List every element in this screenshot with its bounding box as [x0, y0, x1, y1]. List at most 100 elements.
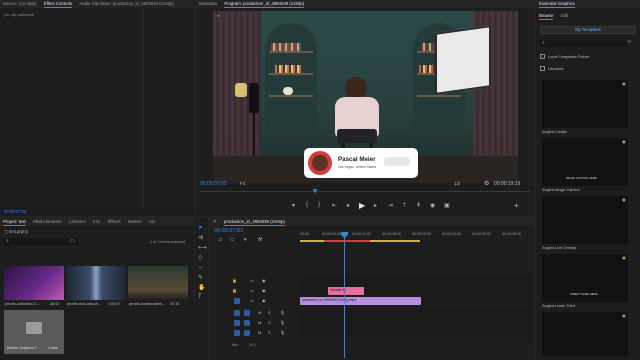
track-label-a2[interactable] [244, 320, 250, 326]
lower-third-card[interactable]: Pascal Meier Las Vegas, United States [304, 148, 418, 178]
go-to-out-icon[interactable]: ⇥ [388, 202, 393, 209]
tab-effect-controls[interactable]: Effect Controls [41, 0, 75, 8]
libraries-checkbox[interactable] [540, 66, 545, 71]
eye-icon[interactable]: ◉ [262, 288, 266, 293]
export-frame-icon[interactable]: ◉ [430, 202, 435, 209]
linked-icon[interactable]: ⊂ [230, 237, 234, 243]
tab-sequence[interactable]: production_id_4994039 (2160p) [221, 218, 288, 226]
solo-icon[interactable]: S [268, 330, 271, 335]
media-name: pexels-koolshooters... [129, 302, 165, 306]
tab-metadata[interactable]: Metadata [196, 0, 220, 8]
extract-icon[interactable]: ⇞ [416, 202, 421, 209]
tab-browse[interactable]: Browse [536, 12, 556, 20]
mic-icon[interactable]: 🎙 [280, 310, 285, 315]
timeline-ruler[interactable]: 00:00 00:00:05:00 00:00:10:00 00:00:15:0… [300, 230, 532, 244]
media-thumbnail[interactable] [66, 266, 126, 300]
tab-program[interactable]: Program: production_id_4994039 (2160p) [221, 0, 307, 8]
template-thumbnail[interactable] [542, 196, 628, 244]
template-thumbnail[interactable] [542, 312, 628, 356]
clip-video[interactable]: production_id_4994039 (2160p).mp4 [300, 297, 421, 305]
track-lane-a1[interactable] [300, 308, 532, 318]
mute-icon[interactable]: M [258, 320, 261, 325]
mic-icon[interactable]: 🎙 [280, 330, 285, 335]
solo-icon[interactable]: S [268, 310, 271, 315]
mute-icon[interactable]: M [258, 310, 261, 315]
clip-graphic[interactable]: Notable ID [328, 287, 364, 295]
timeline-playhead[interactable] [344, 232, 345, 358]
step-back-icon[interactable]: ◂ [346, 202, 349, 209]
compare-icon[interactable]: ▣ [444, 202, 450, 209]
tab-project[interactable]: Project: test [0, 218, 29, 226]
mic-icon[interactable]: 🎙 [280, 320, 285, 325]
track-target-a3[interactable] [234, 330, 240, 336]
tab-libraries[interactable]: Libraries [66, 218, 88, 226]
program-scrubber[interactable] [200, 191, 530, 192]
step-forward-icon[interactable]: ▸ [374, 202, 377, 209]
wrench-icon[interactable]: ⚒ [258, 237, 262, 243]
hand-icon[interactable]: ✋ [198, 284, 205, 291]
fit-dropdown[interactable]: Fit [240, 181, 245, 186]
slip-icon[interactable]: ↔ [198, 264, 204, 270]
local-templates-checkbox[interactable] [540, 54, 545, 59]
media-thumbnail[interactable] [4, 266, 64, 300]
marker-icon[interactable]: ▾ [292, 202, 295, 209]
tab-essential-graphics[interactable]: Essential Graphics [536, 0, 578, 8]
track-label-a3[interactable] [244, 330, 250, 336]
lock-icon[interactable]: 🔒 [232, 278, 237, 283]
track-label-a1[interactable] [244, 310, 250, 316]
snap-icon[interactable]: ⊃ [218, 237, 222, 243]
video-frame[interactable]: ✕ Pascal Meier Las Vegas, United States [213, 11, 518, 183]
resolution-dropdown[interactable]: 1/2 [454, 181, 460, 186]
tab-source[interactable]: Source: (no clips) [0, 0, 39, 8]
track-lane-a2[interactable] [300, 318, 532, 328]
track-target-a1[interactable] [234, 310, 240, 316]
add-button-icon[interactable]: + [514, 201, 519, 210]
project-search-input[interactable]: ⌕ [4, 238, 78, 245]
template-badge-icon: ▣ [622, 139, 626, 144]
tab-markers[interactable]: Marker [125, 218, 144, 226]
solo-icon[interactable]: S [268, 320, 271, 325]
selection-tool-icon[interactable]: ➤ [198, 224, 203, 231]
eye-icon[interactable]: ◉ [262, 278, 266, 283]
ruler-tick: 00:00:25:00 [442, 232, 461, 236]
sync-icon[interactable]: ▭ [250, 298, 254, 303]
in-point-icon[interactable]: { [306, 202, 308, 208]
lift-icon[interactable]: ⇡ [402, 202, 407, 209]
go-to-in-icon[interactable]: ⇤ [332, 202, 337, 209]
out-point-icon[interactable]: } [318, 202, 320, 208]
tab-edit[interactable]: Edit [558, 12, 571, 20]
razor-icon[interactable]: ◇ [198, 254, 203, 261]
tab-history[interactable]: His [146, 218, 158, 226]
template-thumbnail[interactable]: INSERT NAME HERE [542, 254, 628, 302]
close-icon[interactable]: ✕ [210, 218, 220, 226]
type-icon[interactable]: T [198, 294, 202, 300]
track-select-icon[interactable]: ⇉ [198, 234, 203, 241]
media-thumbnail[interactable] [128, 266, 188, 300]
eg-search-input[interactable]: ⌕ [540, 40, 626, 47]
eye-icon[interactable]: ◉ [262, 298, 266, 303]
tab-effects[interactable]: Effects [105, 218, 124, 226]
marker-icon[interactable]: ▾ [244, 237, 247, 243]
tab-audio-mixer[interactable]: Audio Clip Mixer: production_id_4994039 … [76, 0, 177, 8]
play-icon[interactable]: ▶ [359, 201, 365, 210]
my-templates-button[interactable]: My Templates [540, 26, 636, 34]
new-bin-icon[interactable]: ▭ [70, 238, 75, 244]
template-thumbnail[interactable] [542, 80, 628, 128]
tab-info[interactable]: Info [90, 218, 103, 226]
track-lane-a3[interactable] [300, 328, 532, 338]
media-thumbnail-selected[interactable]: Motion Graphics T... 1 item [4, 310, 64, 354]
sync-icon[interactable]: ▭ [250, 278, 254, 283]
template-thumbnail[interactable]: IMAGE CAPTION HERE [542, 138, 628, 186]
pen-icon[interactable]: ✎ [198, 274, 203, 281]
sync-icon[interactable]: ▭ [250, 288, 254, 293]
mix-value[interactable]: 0.0 [250, 342, 256, 347]
track-target-v1[interactable] [234, 298, 240, 304]
wrench-icon[interactable]: ⚙ [484, 180, 489, 187]
track-lane-v3[interactable] [300, 276, 532, 286]
track-target-a2[interactable] [234, 320, 240, 326]
ripple-edit-icon[interactable]: ⟷ [198, 244, 207, 251]
lock-icon[interactable]: 🔒 [232, 288, 237, 293]
mute-icon[interactable]: M [258, 330, 261, 335]
tab-media-browser[interactable]: Media Browser [30, 218, 65, 226]
settings-icon[interactable]: ⌐ [628, 39, 632, 45]
